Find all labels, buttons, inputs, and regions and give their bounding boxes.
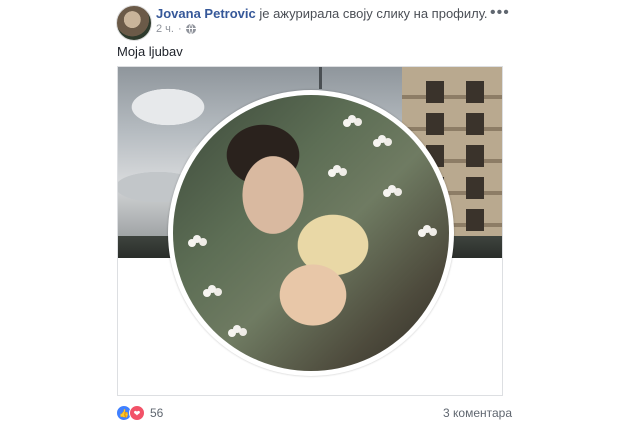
blossom (208, 285, 216, 293)
profile-photo[interactable] (173, 95, 449, 371)
post-text: Moja ljubav (117, 44, 183, 59)
blossom (348, 115, 356, 123)
profile-picture-update[interactable] (117, 66, 503, 396)
author-avatar[interactable] (116, 5, 152, 41)
cover-spire (319, 67, 322, 89)
post-action-text: је ажурирала своју слику на профилу. (259, 6, 488, 21)
reaction-count: 56 (150, 406, 164, 420)
post-meta: 2 ч. · (156, 23, 196, 35)
blossom (388, 185, 396, 193)
blossom (333, 165, 341, 173)
reactions-summary[interactable]: 👍 ❤ 56 (116, 405, 163, 421)
author-name-link[interactable]: Jovana Petrovic (156, 6, 256, 21)
post-header: Jovana Petrovic је ажурирала своју слику… (156, 6, 488, 22)
news-feed-post: Jovana Petrovic је ажурирала своју слику… (0, 0, 620, 429)
blossom (193, 235, 201, 243)
meta-separator: · (177, 23, 182, 35)
comment-count-link[interactable]: 3 коментара (443, 406, 512, 420)
ellipsis-icon[interactable]: ••• (490, 4, 510, 22)
blossom (423, 225, 431, 233)
post-timestamp[interactable]: 2 ч. (156, 23, 174, 35)
blossom (378, 135, 386, 143)
blossom (233, 325, 241, 333)
love-icon: ❤ (129, 405, 145, 421)
globe-icon[interactable] (185, 24, 196, 34)
